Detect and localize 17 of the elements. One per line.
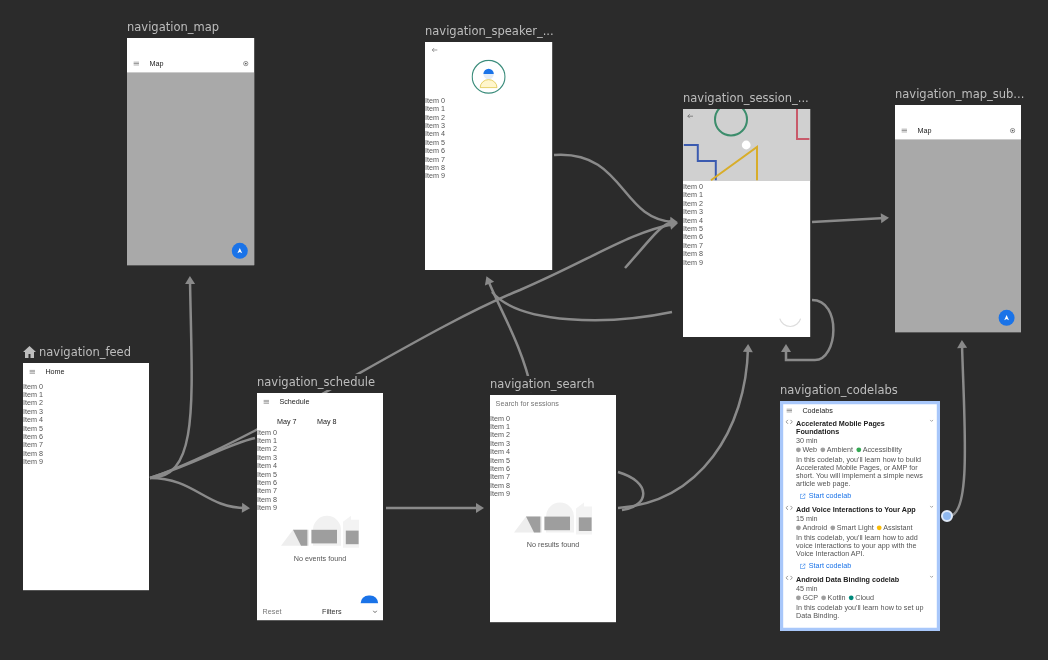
destination-label: navigation_search [490, 376, 595, 392]
destination-label: navigation_codelabs [780, 382, 898, 398]
location-icon[interactable] [242, 60, 249, 67]
avatar-icon [471, 59, 506, 94]
navigation-icon [236, 247, 243, 254]
navigation-icon [1003, 314, 1010, 321]
fab-button[interactable] [360, 595, 379, 604]
destination-label: navigation_session_... [683, 90, 809, 106]
destination-label: navigation_schedule [257, 374, 375, 390]
connection-handle[interactable] [941, 510, 953, 522]
destination-label: navigation_speaker_... [425, 23, 554, 39]
destination-label: navigation_map [127, 19, 219, 35]
destination-label: navigation_map_sub... [895, 86, 1025, 102]
connection-arrow[interactable] [781, 298, 835, 362]
destination-label: navigation_feed [39, 344, 131, 360]
phone-screen[interactable] [780, 401, 940, 631]
location-icon[interactable] [1009, 127, 1016, 134]
